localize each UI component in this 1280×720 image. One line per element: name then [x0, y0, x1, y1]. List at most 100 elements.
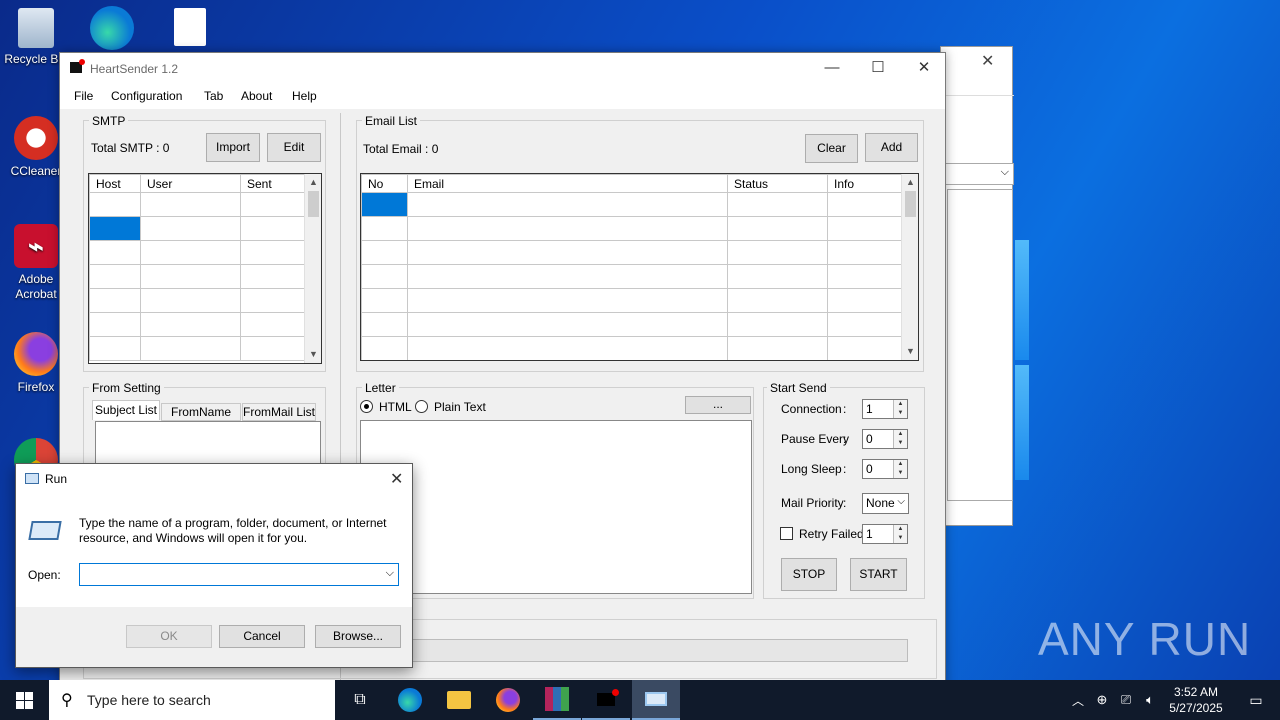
long-sleep-spinner[interactable]: 0 ▲ ▼: [862, 459, 908, 479]
table-row[interactable]: [361, 216, 903, 241]
start-button[interactable]: START: [850, 558, 907, 591]
browse-button[interactable]: Browse...: [315, 625, 401, 648]
heartsender-taskbar-icon[interactable]: [582, 680, 630, 720]
table-row[interactable]: [89, 288, 306, 313]
long-sleep-label: Long Sleep: [781, 462, 842, 476]
table-row[interactable]: [361, 288, 903, 313]
letter-browse-button[interactable]: ...: [685, 396, 751, 414]
retry-failed-spinner[interactable]: 1 ▲ ▼: [862, 524, 908, 544]
column-header-no[interactable]: No: [361, 174, 408, 193]
firefox-taskbar-icon[interactable]: [484, 680, 532, 720]
run-dialog[interactable]: Run ✕ Type the name of a program, folder…: [15, 463, 413, 668]
table-row[interactable]: [361, 264, 903, 289]
menu-file[interactable]: File: [74, 89, 93, 103]
mail-priority-label: Mail Priority: [781, 496, 844, 510]
table-row[interactable]: [361, 336, 903, 360]
column-header-status[interactable]: Status: [727, 174, 828, 193]
add-button[interactable]: Add: [865, 133, 918, 162]
chevron-up-icon[interactable]: ︿: [1066, 680, 1090, 720]
plain-text-radio[interactable]: [415, 400, 428, 413]
scroll-up-icon[interactable]: ▲: [305, 174, 321, 191]
spinner-arrows-icon[interactable]: ▲ ▼: [893, 525, 907, 543]
table-row[interactable]: [89, 336, 306, 361]
table-row[interactable]: [89, 240, 306, 265]
title-bar[interactable]: HeartSender 1.2 — ☐ ✕: [60, 53, 945, 83]
background-window[interactable]: ✕ ⌵: [940, 46, 1014, 526]
retry-failed-checkbox[interactable]: [780, 527, 793, 540]
smtp-scrollbar[interactable]: ▲ ▼: [304, 174, 321, 363]
html-radio[interactable]: [360, 400, 373, 413]
winrar-icon[interactable]: [533, 680, 581, 720]
dropdown[interactable]: ⌵: [941, 163, 1014, 185]
minimize-button[interactable]: —: [809, 53, 855, 83]
desktop-icon-edge[interactable]: [80, 6, 144, 54]
stop-button[interactable]: STOP: [781, 558, 837, 591]
tab-fromname-list[interactable]: FromName List: [161, 403, 241, 435]
close-icon[interactable]: ✕: [981, 51, 994, 71]
smtp-table[interactable]: Host User Sent ▲ ▼: [88, 173, 322, 364]
open-input[interactable]: ⌵: [79, 563, 399, 586]
text-area[interactable]: [947, 189, 1013, 501]
column-header-user[interactable]: User: [140, 174, 241, 193]
desktop-icon-file[interactable]: [158, 8, 222, 50]
table-row[interactable]: [361, 312, 903, 337]
smtp-total: Total SMTP : 0: [91, 141, 170, 155]
tab-subject-list[interactable]: Subject List: [92, 400, 160, 420]
menu-tab[interactable]: Tab: [204, 89, 223, 103]
scroll-down-icon[interactable]: ▼: [902, 343, 918, 360]
scroll-thumb[interactable]: [308, 191, 319, 217]
edge-taskbar-icon[interactable]: [386, 680, 434, 720]
table-row[interactable]: [89, 312, 306, 337]
spinner-arrows-icon[interactable]: ▲ ▼: [893, 400, 907, 418]
spinner-arrows-icon[interactable]: ▲ ▼: [893, 460, 907, 478]
clear-button[interactable]: Clear: [805, 134, 858, 163]
connection-spinner[interactable]: 1 ▲ ▼: [862, 399, 908, 419]
cancel-button[interactable]: Cancel: [219, 625, 305, 648]
taskbar: ⚲ Type here to search ⧉ ︿ ⊕ ⎚ 🔈︎ 3:52 AM…: [0, 680, 1280, 720]
table-row[interactable]: [361, 240, 903, 265]
table-row[interactable]: [89, 216, 306, 241]
column-header-sent[interactable]: Sent: [240, 174, 306, 193]
ok-button[interactable]: OK: [126, 625, 212, 648]
pause-every-spinner[interactable]: 0 ▲ ▼: [862, 429, 908, 449]
column-header-email[interactable]: Email: [407, 174, 728, 193]
spinner-arrows-icon[interactable]: ▲ ▼: [893, 430, 907, 448]
maximize-button[interactable]: ☐: [855, 53, 901, 83]
run-taskbar-icon[interactable]: [632, 680, 680, 720]
firefox-icon: [14, 332, 58, 376]
task-view-icon[interactable]: ⧉: [336, 680, 384, 720]
close-icon[interactable]: ✕: [390, 469, 403, 489]
chevron-down-icon[interactable]: ⌵: [386, 567, 394, 580]
close-button[interactable]: ✕: [901, 53, 947, 83]
letter-textarea[interactable]: [360, 420, 752, 594]
email-scrollbar[interactable]: ▲ ▼: [901, 174, 918, 360]
toolbar-divider: [941, 95, 1014, 96]
ethernet-icon[interactable]: ⎚: [1114, 680, 1138, 720]
html-radio-label[interactable]: HTML: [379, 400, 412, 414]
table-row[interactable]: [361, 192, 903, 217]
menu-about[interactable]: About: [241, 89, 272, 103]
clock[interactable]: 3:52 AM 5/27/2025: [1164, 684, 1228, 716]
tab-frommail-list[interactable]: FromMail List: [242, 403, 316, 421]
import-button[interactable]: Import: [206, 133, 260, 162]
edit-button[interactable]: Edit: [267, 133, 321, 162]
search-box[interactable]: ⚲ Type here to search: [49, 680, 335, 720]
retry-failed-label[interactable]: Retry Failed: [799, 527, 864, 541]
menu-help[interactable]: Help: [292, 89, 317, 103]
table-row[interactable]: [89, 192, 306, 217]
scroll-thumb[interactable]: [905, 191, 916, 217]
menu-configuration[interactable]: Configuration: [111, 89, 182, 103]
table-row[interactable]: [89, 264, 306, 289]
mail-priority-select[interactable]: None ⌵: [862, 493, 909, 514]
column-header-host[interactable]: Host: [89, 174, 141, 193]
start-button[interactable]: [0, 680, 48, 720]
plain-text-radio-label[interactable]: Plain Text: [434, 400, 486, 414]
file-explorer-icon[interactable]: [435, 680, 483, 720]
scroll-up-icon[interactable]: ▲: [902, 174, 918, 191]
scroll-down-icon[interactable]: ▼: [305, 346, 321, 363]
email-table[interactable]: No Email Status Info ▲ ▼: [360, 173, 919, 361]
network-icon[interactable]: ⊕: [1090, 680, 1114, 720]
volume-icon[interactable]: 🔈︎: [1138, 680, 1162, 720]
notification-icon[interactable]: ▭: [1232, 680, 1280, 720]
column-header-info[interactable]: Info: [827, 174, 903, 193]
